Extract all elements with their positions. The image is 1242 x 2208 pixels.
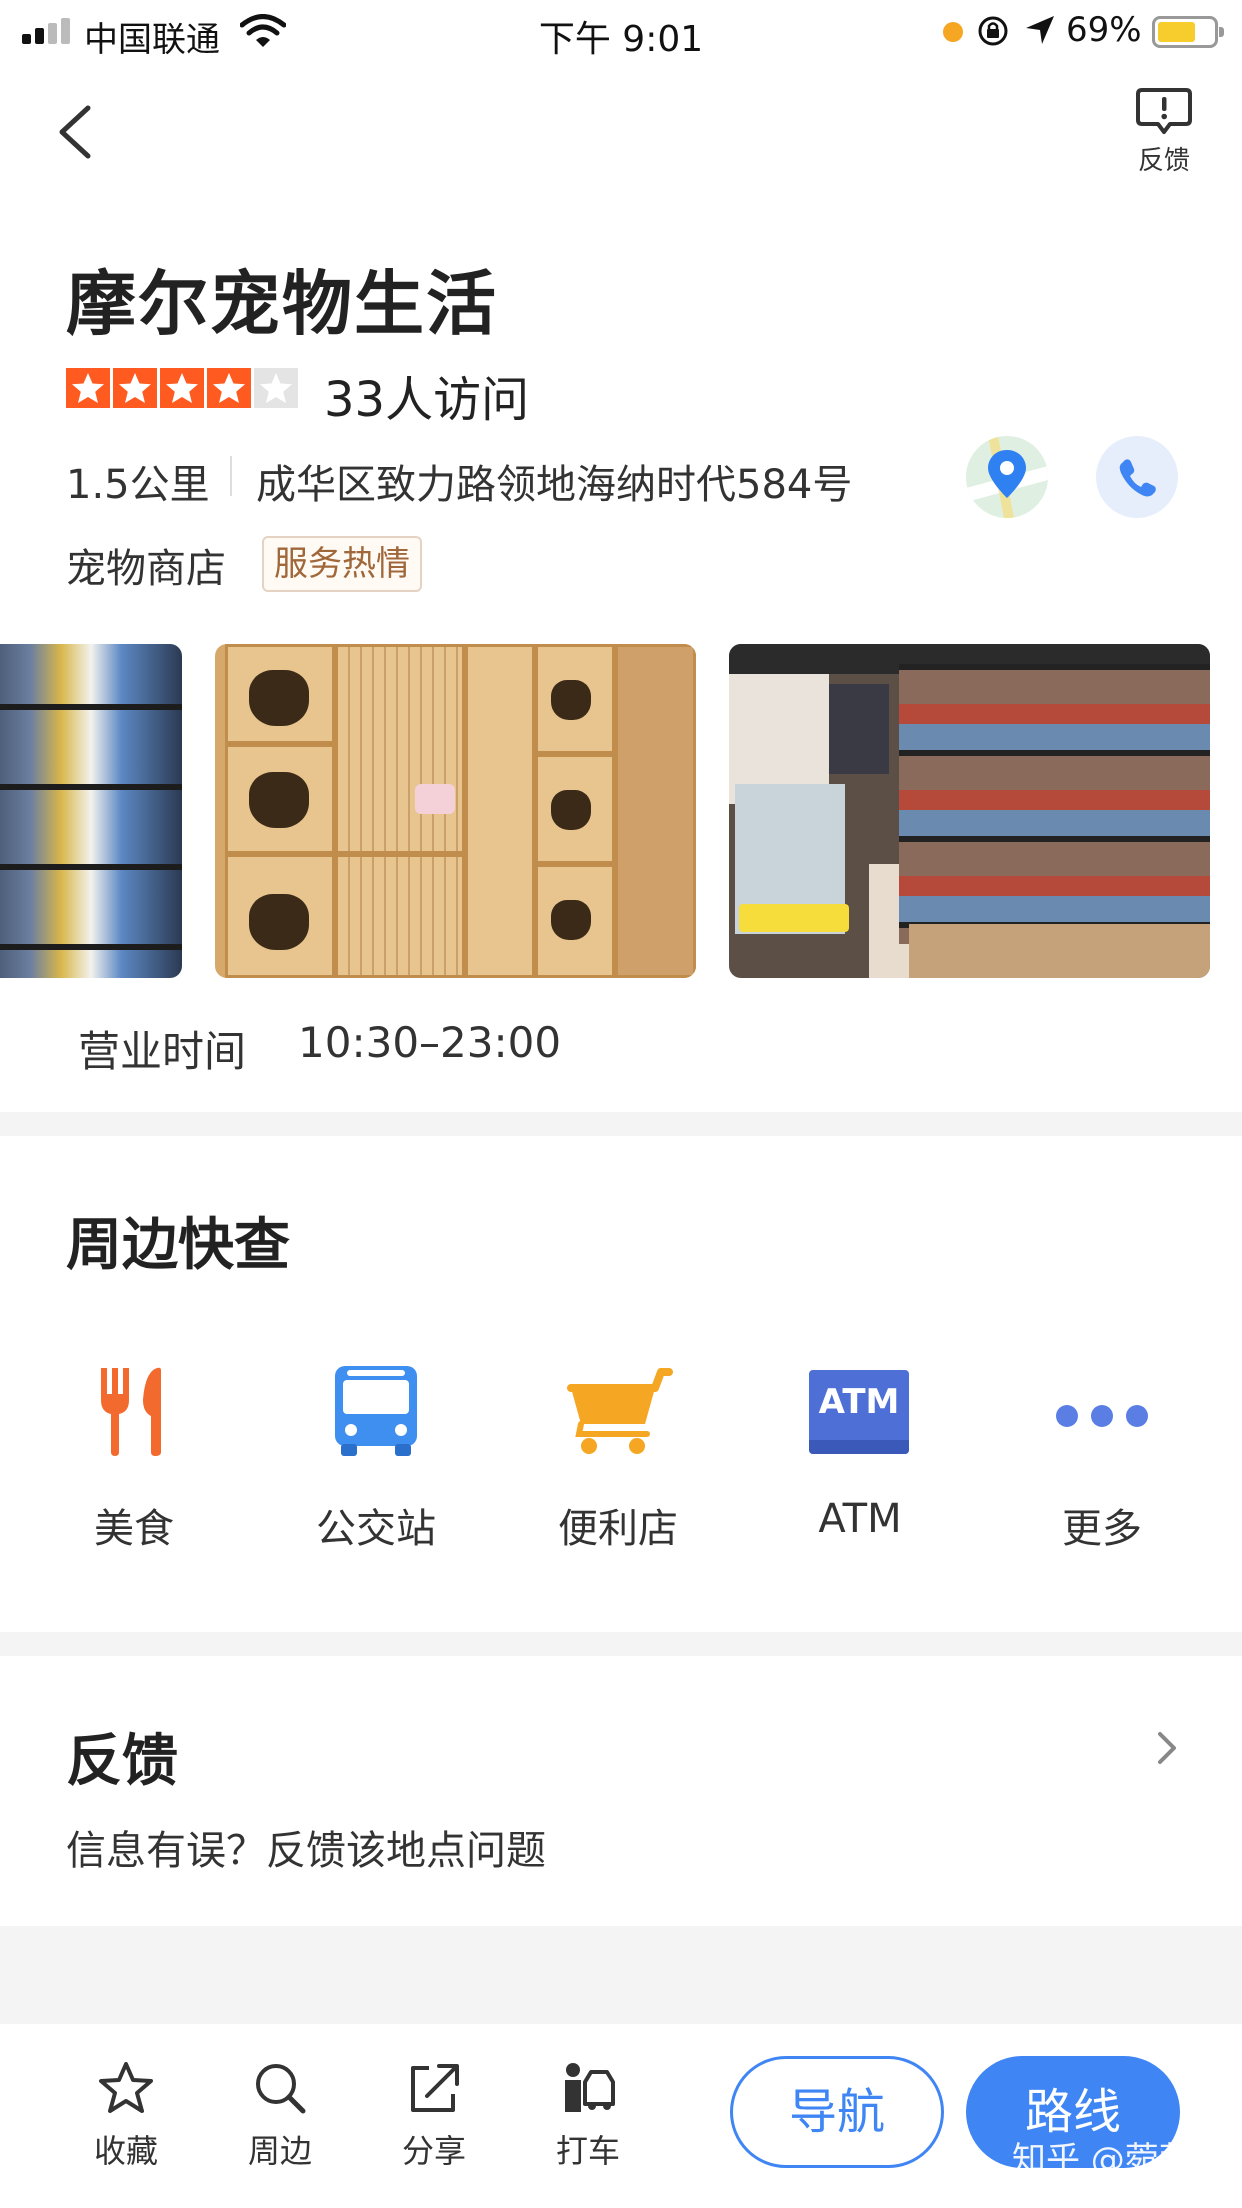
star-filled-icon [207, 368, 251, 408]
navigate-button[interactable]: 导航 [730, 2056, 944, 2168]
star-filled-icon [66, 368, 110, 408]
share-button[interactable]: 分享 [374, 2060, 494, 2172]
battery-percent: 69% [1066, 10, 1142, 50]
tag-badge: 服务热情 [262, 536, 422, 592]
atm-icon-text: ATM [818, 1382, 900, 1422]
call-button[interactable] [1096, 436, 1178, 518]
star-outline-icon [99, 2062, 153, 2113]
star-empty-icon [254, 368, 298, 408]
favorite-button[interactable]: 收藏 [66, 2060, 186, 2172]
map-pin-icon [966, 436, 1048, 518]
hours-value: 10:30–23:00 [298, 1018, 562, 1067]
battery-icon [1152, 16, 1224, 48]
nearby-more[interactable]: 更多 [992, 1360, 1212, 1554]
star-filled-icon [113, 368, 157, 408]
nearby-food[interactable]: 美食 [24, 1360, 244, 1554]
star-filled-icon [160, 368, 204, 408]
divider [230, 456, 232, 496]
status-bar: 中国联通 下午 9:01 69% [0, 0, 1242, 62]
taxi-icon [565, 2063, 615, 2112]
battery-fill [1158, 22, 1195, 42]
distance-text: 1.5公里 [66, 462, 210, 508]
cart-icon [567, 1368, 673, 1454]
phone-icon [1119, 459, 1156, 497]
nearby-store-label: 便利店 [558, 1506, 678, 1552]
category-text: 宠物商店 [66, 546, 226, 592]
rotation-lock-icon [978, 16, 1008, 46]
feedback-description[interactable]: 信息有误？反馈该地点问题 [66, 1818, 546, 1876]
nearby-more-label: 更多 [1062, 1506, 1142, 1552]
fork-knife-icon [101, 1367, 161, 1456]
nearby-bus-stop[interactable]: 公交站 [266, 1360, 486, 1554]
rating-stars [66, 368, 298, 408]
recording-dot-icon [943, 22, 963, 42]
chevron-right-icon[interactable] [1150, 1728, 1182, 1768]
feedback-top-button[interactable]: 反馈 [1124, 86, 1204, 178]
photo-shop-interior[interactable] [729, 644, 1210, 978]
favorite-label: 收藏 [93, 2132, 158, 2170]
nearby-search-label: 周边 [247, 2132, 312, 2170]
taxi-button[interactable]: 打车 [528, 2060, 648, 2172]
photo-shop-shelves[interactable] [0, 644, 182, 978]
share-label: 分享 [401, 2132, 466, 2170]
share-icon [411, 2064, 459, 2112]
nearby-atm[interactable]: ATM ATM [750, 1360, 970, 1542]
nearby-title: 周边快查 [66, 1213, 290, 1278]
photo-strip[interactable] [0, 644, 1242, 978]
nearby-grid: 美食 公交站 便利店 ATM ATM 更多 [0, 1360, 1242, 1560]
search-icon [256, 2064, 306, 2114]
hours-label: 营业时间 [78, 1027, 247, 1076]
feedback-icon [1136, 88, 1192, 134]
nearby-convenience-store[interactable]: 便利店 [508, 1360, 728, 1554]
bus-icon [335, 1366, 417, 1456]
nearby-food-label: 美食 [94, 1506, 174, 1552]
visitor-count: 33人访问 [324, 372, 530, 428]
feedback-top-label: 反馈 [1137, 146, 1190, 176]
section-divider [0, 1112, 1242, 1136]
back-button[interactable] [50, 100, 100, 164]
place-title: 摩尔宠物生活 [66, 263, 498, 345]
more-dots-icon [1056, 1405, 1148, 1427]
section-divider [0, 1632, 1242, 1656]
location-arrow-icon [1026, 16, 1054, 44]
address-text[interactable]: 成华区致力路领地海纳时代584号 [256, 452, 852, 510]
taxi-label: 打车 [555, 2132, 620, 2170]
section-divider [0, 1926, 1242, 2024]
nearby-bus-label: 公交站 [316, 1506, 436, 1552]
nearby-search-button[interactable]: 周边 [220, 2060, 340, 2172]
nearby-atm-label: ATM [818, 1496, 902, 1542]
atm-icon: ATM [805, 1360, 915, 1460]
map-location-button[interactable] [966, 436, 1048, 518]
photo-cat-cages[interactable] [215, 644, 696, 978]
feedback-section-title: 反馈 [66, 1729, 178, 1794]
watermark: 知乎 @菀菀 [1012, 2140, 1193, 2180]
